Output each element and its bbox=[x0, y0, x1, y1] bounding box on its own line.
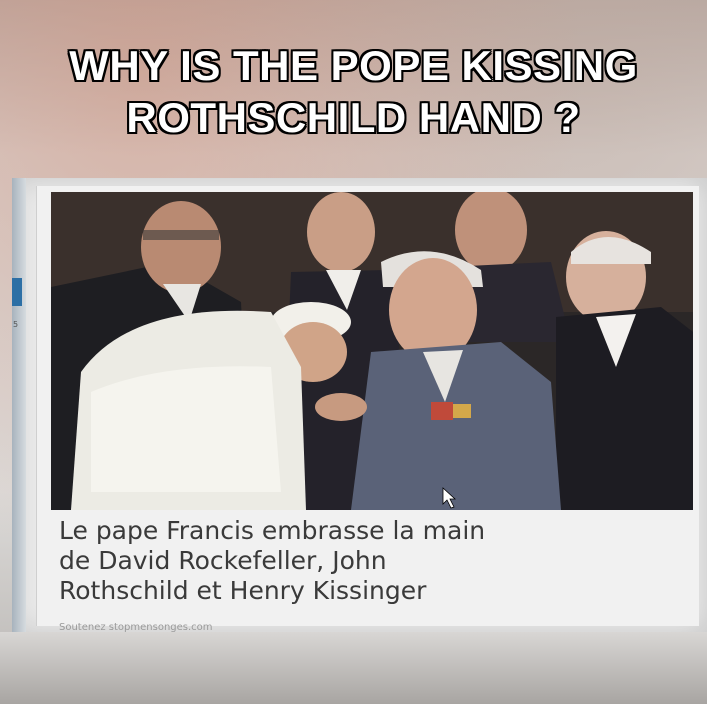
headline-line-2: ROTHSCHILD HAND ? bbox=[126, 94, 581, 141]
monitor-screen: 5 Le pape Francis embrasse la main de Da… bbox=[12, 178, 707, 633]
screen-bezel-bottom bbox=[0, 632, 707, 704]
sidebar-tab[interactable] bbox=[12, 278, 22, 306]
article-caption[interactable]: Le pape Francis embrasse la main de Davi… bbox=[59, 516, 679, 606]
article-card: Le pape Francis embrasse la main de Davi… bbox=[36, 186, 699, 633]
photo-illustration bbox=[51, 192, 693, 510]
headline-line-1: WHY IS THE POPE KISSING bbox=[69, 42, 638, 89]
caption-line-3: Rothschild et Henry Kissinger bbox=[59, 576, 427, 605]
article-photo[interactable] bbox=[51, 192, 693, 510]
sidebar-number: 5 bbox=[13, 320, 19, 329]
caption-line-1: Le pape Francis embrasse la main bbox=[59, 516, 486, 545]
caption-line-2: de David Rockefeller, John bbox=[59, 546, 387, 575]
meme-headline: WHY IS THE POPE KISSING ROTHSCHILD HAND … bbox=[0, 40, 707, 144]
browser-left-strip bbox=[12, 178, 26, 633]
